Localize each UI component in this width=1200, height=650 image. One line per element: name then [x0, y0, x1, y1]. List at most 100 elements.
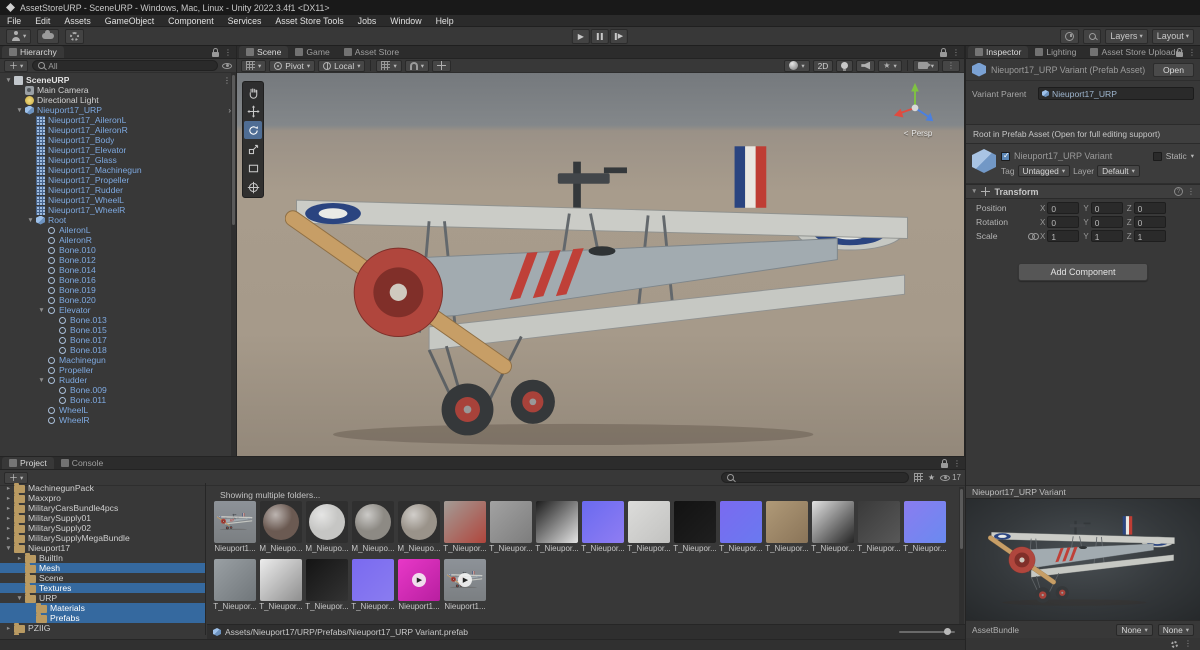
- expand-arrow[interactable]: ▸: [4, 484, 13, 492]
- hierarchy-row[interactable]: ▼Nieuport17_URP›: [0, 105, 236, 115]
- project-folder-row[interactable]: Prefabs: [0, 613, 205, 623]
- menu-gameobject[interactable]: GameObject: [98, 15, 161, 26]
- projection-label[interactable]: Persp: [911, 129, 932, 138]
- panel-menu-icon[interactable]: ⋮: [1188, 49, 1196, 57]
- hierarchy-row[interactable]: Directional Light: [0, 95, 236, 105]
- inspector-tab-inspector[interactable]: Inspector: [968, 46, 1028, 58]
- add-component-button[interactable]: Add Component: [1018, 263, 1148, 281]
- open-prefab-button[interactable]: Open: [1153, 63, 1194, 77]
- hierarchy-row[interactable]: Bone.012: [0, 255, 236, 265]
- gizmos-menu-button[interactable]: ⋮: [942, 60, 960, 72]
- nieuport17-model[interactable]: [285, 129, 919, 446]
- thumbnail-size-slider[interactable]: [899, 631, 955, 633]
- axis-value-field[interactable]: 0: [1134, 202, 1166, 214]
- project-folder-row[interactable]: ▸MachinegunPack: [0, 483, 205, 493]
- assetbundle-variant-dropdown[interactable]: None▾: [1158, 624, 1194, 636]
- asset-item[interactable]: T_Nieupor...: [764, 501, 810, 553]
- hierarchy-row[interactable]: Bone.009: [0, 385, 236, 395]
- axis-value-field[interactable]: 0: [1091, 216, 1123, 228]
- hierarchy-row[interactable]: Bone.010: [0, 245, 236, 255]
- asset-item[interactable]: ▶Nieuport1...: [442, 559, 488, 611]
- create-asset-button[interactable]: ＋▾: [4, 472, 28, 484]
- hierarchy-row[interactable]: Bone.016: [0, 275, 236, 285]
- asset-item[interactable]: T_Nieupor...: [442, 501, 488, 553]
- expand-arrow[interactable]: ▼: [4, 77, 13, 84]
- hand-tool-button[interactable]: [244, 83, 262, 101]
- variant-parent-field[interactable]: Nieuport17_URP: [1038, 87, 1194, 100]
- step-button[interactable]: ▶: [610, 29, 628, 44]
- static-checkbox[interactable]: [1153, 152, 1162, 161]
- hierarchy-row[interactable]: Bone.020: [0, 295, 236, 305]
- scale-tool-button[interactable]: [244, 140, 262, 158]
- asset-item[interactable]: M_Nieupo...: [396, 501, 442, 553]
- hierarchy-row[interactable]: ▼SceneURP⋮: [0, 75, 236, 85]
- expand-arrow[interactable]: ▼: [37, 307, 46, 314]
- project-folder-row[interactable]: ▼Nieuport17: [0, 543, 205, 553]
- hierarchy-row[interactable]: Bone.013: [0, 315, 236, 325]
- pause-button[interactable]: [591, 29, 609, 44]
- hierarchy-row[interactable]: Bone.014: [0, 265, 236, 275]
- project-folder-row[interactable]: ▸Maxxpro: [0, 493, 205, 503]
- pivot-dropdown[interactable]: Pivot▾: [269, 60, 315, 72]
- menu-assets[interactable]: Assets: [57, 15, 97, 26]
- axis-value-field[interactable]: 1: [1134, 230, 1166, 242]
- hierarchy-row[interactable]: Machinegun: [0, 355, 236, 365]
- menu-window[interactable]: Window: [383, 15, 428, 26]
- expand-arrow[interactable]: ▸: [4, 504, 13, 512]
- project-scrollbar[interactable]: [959, 487, 964, 624]
- menu-file[interactable]: File: [0, 15, 28, 26]
- menu-jobs[interactable]: Jobs: [351, 15, 384, 26]
- expand-arrow[interactable]: ▼: [37, 377, 46, 384]
- orientation-gizmo[interactable]: < Persp: [886, 79, 950, 138]
- axis-value-field[interactable]: 0: [1047, 216, 1079, 228]
- project-search-input[interactable]: [721, 472, 909, 483]
- hierarchy-row[interactable]: ▼Rudder: [0, 375, 236, 385]
- asset-item[interactable]: T_Nieupor...: [672, 501, 718, 553]
- hierarchy-row[interactable]: Nieuport17_AileronR: [0, 125, 236, 135]
- inspector-tab-asset-store-uploader[interactable]: Asset Store Uploader: [1083, 46, 1190, 58]
- link-scale-icon[interactable]: [1028, 232, 1038, 240]
- hierarchy-row[interactable]: Nieuport17_Body: [0, 135, 236, 145]
- version-control-button[interactable]: [37, 29, 59, 44]
- menu-component[interactable]: Component: [161, 15, 220, 26]
- scene-tab-scene[interactable]: Scene: [239, 46, 288, 58]
- audio-toggle[interactable]: [856, 60, 875, 72]
- axis-value-field[interactable]: 0: [1134, 216, 1166, 228]
- menu-help[interactable]: Help: [429, 15, 461, 26]
- expand-arrow[interactable]: ▼: [15, 107, 24, 114]
- asset-item[interactable]: T_Nieupor...: [626, 501, 672, 553]
- expand-arrow[interactable]: ▸: [4, 494, 13, 502]
- panel-menu-icon[interactable]: ⋮: [224, 49, 232, 57]
- hierarchy-row[interactable]: Nieuport17_Glass: [0, 155, 236, 165]
- hidden-packages-toggle[interactable]: 17: [940, 473, 961, 482]
- asset-item[interactable]: T_Nieupor...: [718, 501, 764, 553]
- assetbundle-name-dropdown[interactable]: None▾: [1116, 624, 1152, 636]
- expand-arrow[interactable]: ▸: [4, 634, 13, 635]
- asset-item[interactable]: T_Nieupor...: [212, 559, 258, 611]
- expand-arrow[interactable]: ▸: [4, 624, 13, 632]
- hierarchy-row[interactable]: ▼Root: [0, 215, 236, 225]
- hierarchy-row[interactable]: Nieuport17_WheelR: [0, 205, 236, 215]
- project-folder-row[interactable]: ▸MilitaryCarsBundle4pcs: [0, 503, 205, 513]
- menu-edit[interactable]: Edit: [28, 15, 57, 26]
- slider-thumb[interactable]: [944, 628, 951, 635]
- inspector-tab-lighting[interactable]: Lighting: [1028, 46, 1083, 58]
- hierarchy-row[interactable]: Bone.011: [0, 395, 236, 405]
- menu-services[interactable]: Services: [221, 15, 269, 26]
- preview-area[interactable]: [966, 499, 1200, 620]
- component-menu-icon[interactable]: ⋮: [1187, 188, 1195, 196]
- expand-arrow[interactable]: ▸: [4, 534, 13, 542]
- hierarchy-row[interactable]: Bone.018: [0, 345, 236, 355]
- project-folder-row[interactable]: ▸MilitarySupplyMegaBundle: [0, 533, 205, 543]
- asset-item[interactable]: T_Nieupor...: [810, 501, 856, 553]
- expand-arrow[interactable]: ▼: [15, 595, 24, 602]
- hierarchy-row[interactable]: AileronL: [0, 225, 236, 235]
- expand-arrow[interactable]: ▼: [26, 217, 35, 224]
- panel-menu-icon[interactable]: ⋮: [952, 49, 960, 57]
- lock-icon[interactable]: [212, 52, 219, 57]
- hierarchy-row[interactable]: WheelL: [0, 405, 236, 415]
- snap-dropdown[interactable]: ▾: [405, 60, 429, 72]
- menu-asset-store-tools[interactable]: Asset Store Tools: [268, 15, 350, 26]
- hierarchy-row[interactable]: Nieuport17_Machinegun: [0, 165, 236, 175]
- asset-item[interactable]: T_Nieupor...: [304, 559, 350, 611]
